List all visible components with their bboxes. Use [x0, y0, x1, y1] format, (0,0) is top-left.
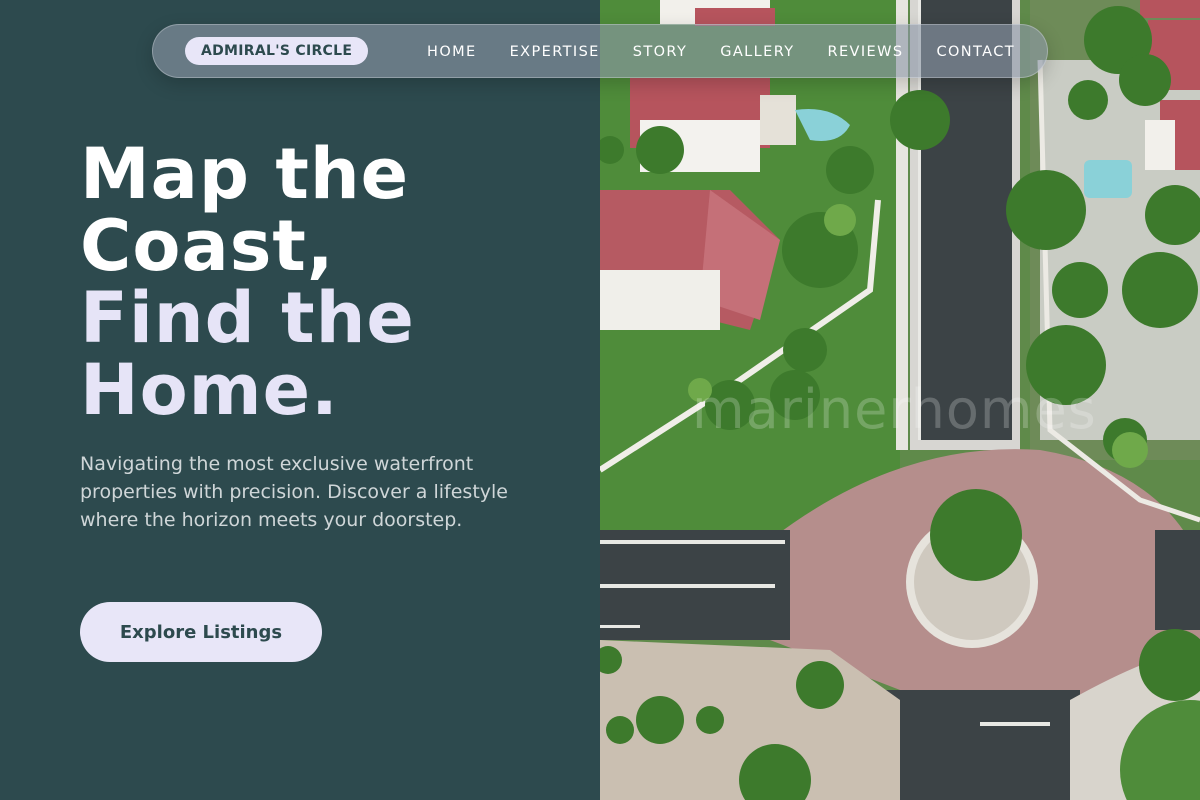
nav-links: HOME EXPERTISE STORY GALLERY REVIEWS CON… — [427, 25, 1015, 79]
nav-link-gallery[interactable]: GALLERY — [720, 44, 794, 60]
explore-listings-button[interactable]: Explore Listings — [80, 602, 322, 662]
hero-title: Map the Coast, Find the Home. — [80, 138, 415, 426]
nav-link-reviews[interactable]: REVIEWS — [828, 44, 904, 60]
hero-description: Navigating the most exclusive waterfront… — [80, 453, 508, 531]
nav-link-story[interactable]: STORY — [633, 44, 687, 60]
brand-logo[interactable]: ADMIRAL'S CIRCLE — [185, 37, 369, 65]
top-navbar: ADMIRAL'S CIRCLE HOME EXPERTISE STORY GA… — [152, 24, 1048, 78]
nav-link-expertise[interactable]: EXPERTISE — [510, 44, 600, 60]
image-watermark: marinerhomes — [692, 378, 1097, 441]
nav-link-contact[interactable]: CONTACT — [936, 44, 1015, 60]
nav-link-home[interactable]: HOME — [427, 44, 477, 60]
hero-title-line-2: Coast, — [80, 205, 335, 287]
hero-title-line-4: Home. — [80, 349, 339, 431]
hero-title-line-1: Map the — [80, 133, 410, 215]
hero-panel: Map the Coast, Find the Home. Navigating… — [0, 0, 600, 800]
hero-title-line-3: Find the — [80, 277, 415, 359]
